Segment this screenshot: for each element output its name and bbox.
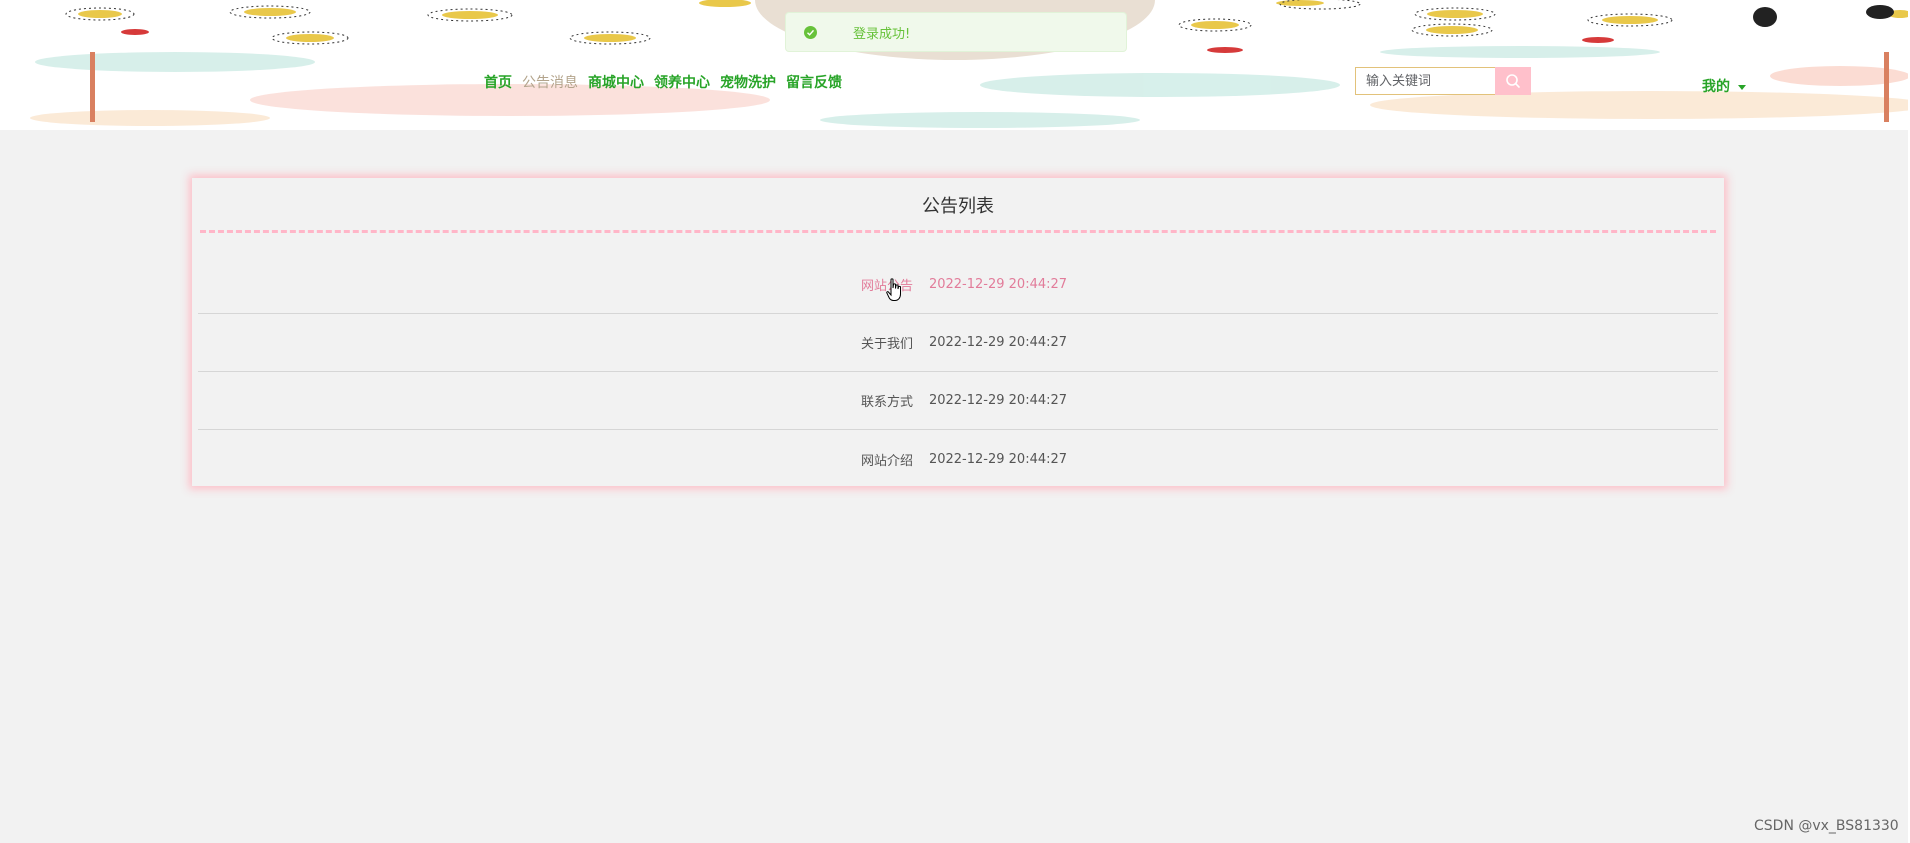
notice-title: 联系方式 (860, 395, 913, 410)
caret-down-icon (1738, 85, 1746, 90)
notice-time: 2022-12-29 20:44:27 (928, 277, 1068, 292)
notice-title: 网站介绍 (860, 453, 913, 469)
search-button[interactable] (1495, 67, 1531, 95)
notice-list: 网站公告 2022-12-29 20:44:27 关于我们 2022-12-29… (198, 256, 1718, 488)
right-edge-strip (1910, 0, 1920, 843)
watermark: CSDN @vx_BS81330 (1754, 818, 1899, 834)
notice-row[interactable]: 网站介绍 2022-12-29 20:44:27 (198, 430, 1718, 488)
notice-row[interactable]: 关于我们 2022-12-29 20:44:27 (198, 314, 1718, 372)
nav-home[interactable]: 首页 (484, 72, 512, 92)
notice-time: 2022-12-29 20:44:27 (928, 335, 1068, 350)
notice-row[interactable]: 联系方式 2022-12-29 20:44:27 (198, 372, 1718, 430)
hand-pointer-icon (886, 278, 901, 301)
search-input[interactable] (1355, 67, 1495, 95)
notice-time: 2022-12-29 20:44:27 (928, 451, 1068, 467)
toast-message: 登录成功! (853, 26, 911, 42)
notice-row[interactable]: 网站公告 2022-12-29 20:44:27 (198, 256, 1718, 314)
nav-shop[interactable]: 商城中心 (588, 72, 644, 92)
search-bar (1355, 67, 1531, 95)
notice-time: 2022-12-29 20:44:27 (928, 393, 1068, 408)
user-menu-label: 我的 (1702, 79, 1730, 95)
nav-pet-grooming[interactable]: 宠物洗护 (720, 72, 776, 92)
nav-notices[interactable]: 公告消息 (522, 72, 578, 92)
notice-title: 关于我们 (860, 337, 913, 352)
nav-feedback[interactable]: 留言反馈 (786, 72, 842, 92)
nav-adoption[interactable]: 领养中心 (654, 72, 710, 92)
notice-list-panel: 公告列表 网站公告 2022-12-29 20:44:27 关于我们 2022-… (192, 178, 1724, 486)
search-icon (1506, 74, 1520, 88)
success-toast: 登录成功! (785, 12, 1127, 52)
user-menu-dropdown[interactable]: 我的 (1702, 76, 1746, 96)
panel-title: 公告列表 (922, 196, 994, 217)
dashed-divider (200, 230, 1716, 233)
main-nav: 首页 公告消息 商城中心 领养中心 宠物洗护 留言反馈 (484, 72, 842, 92)
check-circle-icon (804, 25, 817, 39)
